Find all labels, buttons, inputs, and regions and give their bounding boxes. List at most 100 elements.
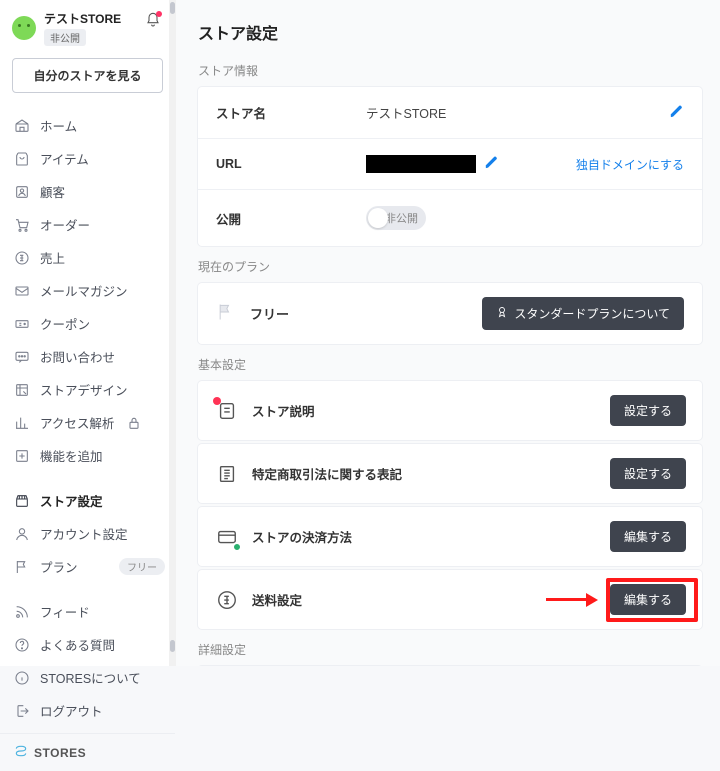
custom-domain-link[interactable]: 独自ドメインにする — [576, 156, 684, 173]
customers-icon — [14, 184, 30, 200]
row-public: 公開 非公開 — [198, 190, 702, 246]
plan-name: フリー — [250, 304, 289, 323]
avatar — [12, 16, 36, 40]
nav-settings: ストア設定アカウント設定プラン フリー — [0, 478, 175, 589]
setting-row-payment: ストアの決済方法 編集する — [198, 507, 702, 566]
items-icon — [14, 151, 30, 167]
home-icon — [14, 118, 30, 134]
about-icon — [14, 670, 30, 686]
sidebar: テストSTORE 非公開 自分のストアを見る ホームアイテム顧客オーダー売上メー… — [0, 0, 176, 666]
add-icon — [14, 448, 30, 464]
section-detail: 詳細設定 — [198, 641, 702, 658]
sales-icon — [14, 250, 30, 266]
view-store-button[interactable]: 自分のストアを見る — [12, 58, 163, 93]
sidebar-item-items[interactable]: アイテム — [0, 142, 175, 175]
sidebar-item-coupons[interactable]: クーポン — [0, 307, 175, 340]
sidebar-item-label: よくある質問 — [40, 635, 115, 654]
payment-action-button[interactable]: 編集する — [610, 521, 686, 552]
upgrade-plan-label: スタンダードプランについて — [514, 305, 670, 322]
sidebar-item-label: 顧客 — [40, 182, 65, 201]
orders-icon — [14, 217, 30, 233]
desc-action-button[interactable]: 設定する — [610, 395, 686, 426]
sidebar-item-label: アイテム — [40, 149, 89, 168]
brand-icon — [14, 744, 28, 761]
lock-icon — [126, 415, 142, 431]
sidebar-item-home[interactable]: ホーム — [0, 109, 175, 142]
sidebar-item-analytics[interactable]: アクセス解析 — [0, 406, 175, 439]
section-plan: 現在のプラン — [198, 258, 702, 275]
sidebar-item-design[interactable]: ストアデザイン — [0, 373, 175, 406]
store_settings-icon — [14, 493, 30, 509]
row-store-name: ストア名 テストSTORE — [198, 87, 702, 139]
brand-footer[interactable]: STORES — [0, 733, 175, 771]
faq-icon — [14, 637, 30, 653]
sidebar-item-customers[interactable]: 顧客 — [0, 175, 175, 208]
label-url: URL — [216, 157, 366, 171]
setting-row-law: 特定商取引法に関する表記 設定する — [198, 444, 702, 503]
sidebar-item-label: ストアデザイン — [40, 380, 128, 399]
basic-settings-list: ストア説明設定する特定商取引法に関する表記設定するストアの決済方法編集する送料設… — [198, 381, 702, 629]
label-public: 公開 — [216, 209, 366, 228]
sidebar-item-mailmag[interactable]: メールマガジン — [0, 274, 175, 307]
setting-row-desc: ストア説明 設定する — [198, 381, 702, 440]
contact-icon — [14, 349, 30, 365]
status-badge: 非公開 — [44, 29, 86, 46]
sidebar-item-label: メールマガジン — [40, 281, 128, 300]
coupons-icon — [14, 316, 30, 332]
sidebar-item-label: STORESについて — [40, 668, 141, 687]
sidebar-item-add[interactable]: 機能を追加 — [0, 439, 175, 472]
notification-bell[interactable] — [145, 12, 161, 31]
url-value-redacted — [366, 155, 476, 173]
sidebar-item-logout[interactable]: ログアウト — [0, 694, 175, 727]
analytics-icon — [14, 415, 30, 431]
plan-tag: フリー — [119, 558, 165, 575]
nav-footer: フィードよくある質問 STORESについてログアウト — [0, 589, 175, 733]
sidebar-item-account[interactable]: アカウント設定 — [0, 517, 175, 550]
highlight-box — [606, 578, 698, 622]
edit-url-icon[interactable] — [484, 155, 499, 173]
law-action-button[interactable]: 設定する — [610, 458, 686, 489]
sidebar-item-label: 売上 — [40, 248, 65, 267]
sidebar-scrollbar[interactable] — [169, 0, 176, 666]
sidebar-item-contact[interactable]: お問い合わせ — [0, 340, 175, 373]
sidebar-item-label: アカウント設定 — [40, 524, 128, 543]
shipping-row-icon — [214, 587, 240, 613]
notification-dot — [156, 11, 162, 17]
public-toggle[interactable]: 非公開 — [366, 206, 426, 230]
setting-label: 特定商取引法に関する表記 — [252, 464, 402, 483]
section-store-info: ストア情報 — [198, 62, 702, 79]
sidebar-item-feed[interactable]: フィード — [0, 595, 175, 628]
medal-icon — [496, 306, 508, 321]
sidebar-item-store_settings[interactable]: ストア設定 — [0, 484, 175, 517]
setting-label: ストアの決済方法 — [252, 527, 352, 546]
feed-icon — [14, 604, 30, 620]
row-url: URL 独自ドメインにする — [198, 139, 702, 190]
setting-label: ストア説明 — [252, 401, 315, 420]
payment-row-icon — [214, 524, 240, 550]
sidebar-item-label: フィード — [40, 602, 90, 621]
law-row-icon — [214, 461, 240, 487]
flag-icon — [216, 302, 236, 325]
nav-main: ホームアイテム顧客オーダー売上メールマガジンクーポンお問い合わせストアデザインア… — [0, 103, 175, 478]
sidebar-item-label: プラン — [40, 557, 78, 576]
plan-card: フリー スタンダードプランについて — [198, 283, 702, 344]
brand-label: STORES — [34, 746, 86, 760]
sidebar-item-faq[interactable]: よくある質問 — [0, 628, 175, 661]
sidebar-item-sales[interactable]: 売上 — [0, 241, 175, 274]
sidebar-item-orders[interactable]: オーダー — [0, 208, 175, 241]
sidebar-header: テストSTORE 非公開 — [0, 0, 175, 52]
plan-icon — [14, 559, 30, 575]
store-info-card: ストア名 テストSTORE URL 独自ドメインにする 公開 非 — [198, 87, 702, 246]
value-store-name: テストSTORE — [366, 103, 669, 122]
sidebar-item-label: クーポン — [40, 314, 90, 333]
design-icon — [14, 382, 30, 398]
upgrade-plan-button[interactable]: スタンダードプランについて — [482, 297, 684, 330]
setting-row-shipping: 送料設定編集する — [198, 570, 702, 629]
sidebar-item-label: 機能を追加 — [40, 446, 103, 465]
account-icon — [14, 526, 30, 542]
sidebar-item-label: お問い合わせ — [40, 347, 115, 366]
sidebar-item-plan[interactable]: プラン フリー — [0, 550, 175, 583]
edit-store-name-icon[interactable] — [669, 104, 684, 122]
sidebar-item-label: ストア設定 — [40, 491, 103, 510]
mailmag-icon — [14, 283, 30, 299]
